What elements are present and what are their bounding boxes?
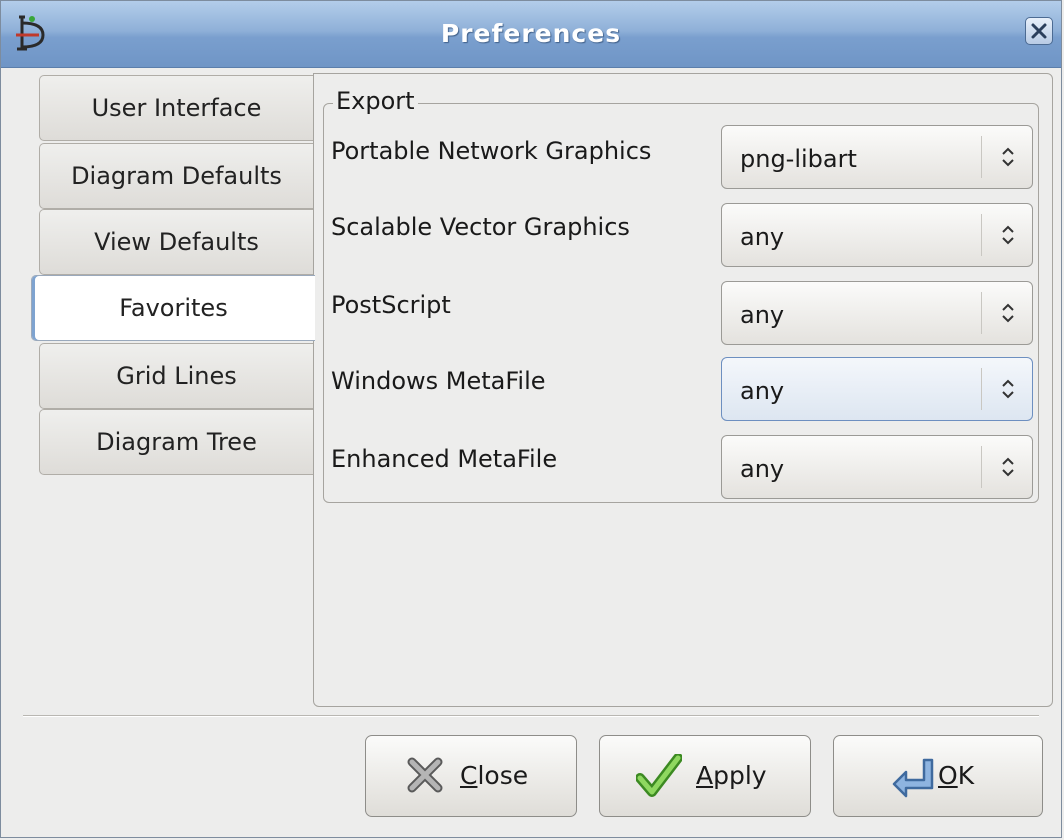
combo-separator bbox=[981, 292, 982, 334]
tab-favorites[interactable]: Favorites bbox=[31, 275, 315, 341]
apply-button[interactable]: Apply bbox=[599, 735, 811, 817]
png-label: Portable Network Graphics bbox=[331, 137, 652, 165]
svg-combo-value: any bbox=[740, 223, 785, 251]
ok-button-label: OK bbox=[938, 761, 975, 790]
emf-combo[interactable]: any bbox=[721, 435, 1033, 499]
window-title: Preferences bbox=[440, 19, 622, 48]
tab-view-defaults[interactable]: View Defaults bbox=[39, 209, 313, 275]
tab-user-interface[interactable]: User Interface bbox=[39, 75, 313, 141]
svg-combo[interactable]: any bbox=[721, 203, 1033, 267]
close-button-label: Close bbox=[460, 761, 529, 790]
wmf-label: Windows MetaFile bbox=[331, 367, 546, 395]
emf-combo-value: any bbox=[740, 455, 785, 483]
wmf-combo-value: any bbox=[740, 377, 785, 405]
png-combo[interactable]: png-libart bbox=[721, 125, 1033, 189]
postscript-combo-value: any bbox=[740, 301, 785, 329]
tab-diagram-defaults[interactable]: Diagram Defaults bbox=[39, 143, 313, 209]
combo-separator bbox=[981, 214, 982, 256]
png-combo-value: png-libart bbox=[740, 145, 857, 173]
combo-separator bbox=[981, 446, 982, 488]
title-bar[interactable]: Preferences bbox=[1, 1, 1061, 68]
combo-arrows-icon bbox=[1002, 379, 1014, 399]
ok-button[interactable]: OK bbox=[833, 735, 1043, 817]
button-divider bbox=[23, 715, 1039, 717]
combo-arrows-icon bbox=[1002, 303, 1014, 323]
window-close-icon[interactable] bbox=[1025, 17, 1053, 45]
postscript-combo[interactable]: any bbox=[721, 281, 1033, 345]
tab-grid-lines[interactable]: Grid Lines bbox=[39, 343, 313, 409]
combo-separator bbox=[981, 136, 982, 178]
combo-arrows-icon bbox=[1002, 147, 1014, 167]
emf-label: Enhanced MetaFile bbox=[331, 445, 558, 473]
combo-separator bbox=[981, 368, 982, 410]
postscript-label: PostScript bbox=[331, 291, 451, 319]
combo-arrows-icon bbox=[1002, 225, 1014, 245]
svg-label: Scalable Vector Graphics bbox=[331, 213, 630, 241]
close-button[interactable]: Close bbox=[365, 735, 577, 817]
export-frame-label: Export bbox=[333, 87, 418, 115]
apply-check-icon bbox=[636, 754, 682, 797]
preferences-window: Preferences User Interface Diagram Defau… bbox=[0, 0, 1062, 838]
wmf-combo[interactable]: any bbox=[721, 357, 1033, 421]
tab-diagram-tree[interactable]: Diagram Tree bbox=[39, 409, 313, 475]
ok-enter-arrow-icon bbox=[892, 758, 934, 798]
close-x-icon bbox=[407, 757, 443, 793]
apply-button-label: Apply bbox=[696, 761, 767, 790]
combo-arrows-icon bbox=[1002, 457, 1014, 477]
